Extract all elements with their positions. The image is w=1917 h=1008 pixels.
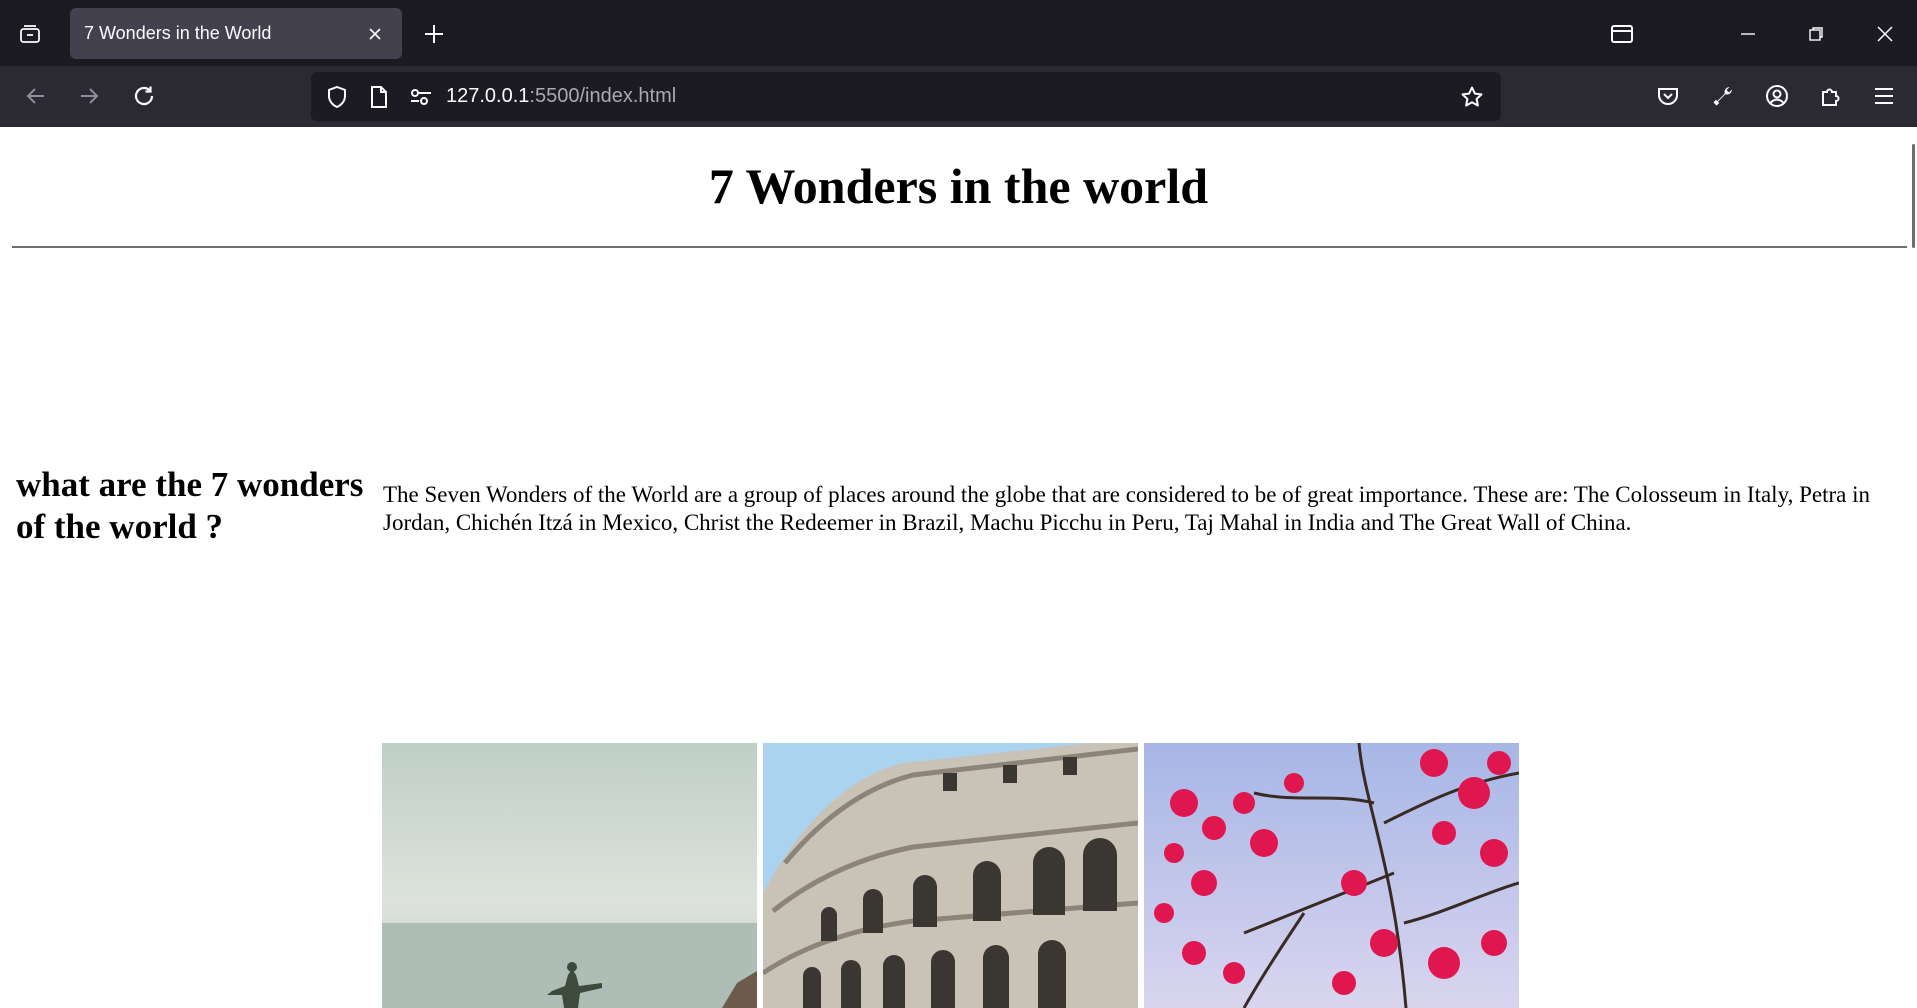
page-title: 7 Wonders in the world: [708, 158, 1209, 214]
url-host: 127.0.0.1: [446, 85, 530, 107]
permissions-icon[interactable]: [403, 79, 439, 115]
pocket-icon[interactable]: [1650, 78, 1686, 114]
tab-overview-icon[interactable]: [1604, 16, 1640, 52]
scrollbar-thumb[interactable]: [1912, 144, 1915, 248]
hamburger-menu-icon[interactable]: [1866, 78, 1902, 114]
reload-icon[interactable]: [126, 78, 162, 114]
wrench-icon[interactable]: [1705, 78, 1741, 114]
arrow-left-icon[interactable]: [18, 78, 54, 114]
shield-icon[interactable]: [319, 79, 355, 115]
intro-paragraph: The Seven Wonders of the World are a gro…: [383, 482, 1870, 535]
url-path: :5500/index.html: [529, 85, 677, 107]
url-field[interactable]: 127.0.0.1:5500/index.html: [446, 72, 676, 121]
star-icon[interactable]: [1454, 79, 1490, 115]
christ-the-redeemer-photo: [382, 743, 757, 1008]
section-heading: what are the 7 wonders of the world ?: [16, 465, 364, 546]
close-icon[interactable]: [358, 18, 392, 50]
tab-title: 7 Wonders in the World: [84, 23, 272, 43]
page-icon[interactable]: [361, 79, 397, 115]
tab-list-icon[interactable]: [12, 16, 48, 52]
arrow-right-icon[interactable]: [71, 78, 107, 114]
flowering-tree-photo: [1144, 743, 1519, 1008]
restore-icon[interactable]: [1798, 16, 1834, 52]
tab-strip: 7 Wonders in the World: [0, 0, 1917, 66]
active-tab[interactable]: 7 Wonders in the World: [70, 8, 402, 59]
page-content: 7 Wonders in the world what are the 7 wo…: [0, 127, 1917, 1008]
plus-icon[interactable]: [416, 16, 452, 52]
colosseum-photo: [763, 743, 1138, 1008]
horizontal-rule: [12, 246, 1907, 248]
address-bar[interactable]: 127.0.0.1:5500/index.html: [311, 72, 1501, 121]
minimize-icon[interactable]: [1730, 16, 1766, 52]
account-icon[interactable]: [1759, 78, 1795, 114]
puzzle-icon[interactable]: [1813, 78, 1849, 114]
close-icon[interactable]: [1867, 16, 1903, 52]
